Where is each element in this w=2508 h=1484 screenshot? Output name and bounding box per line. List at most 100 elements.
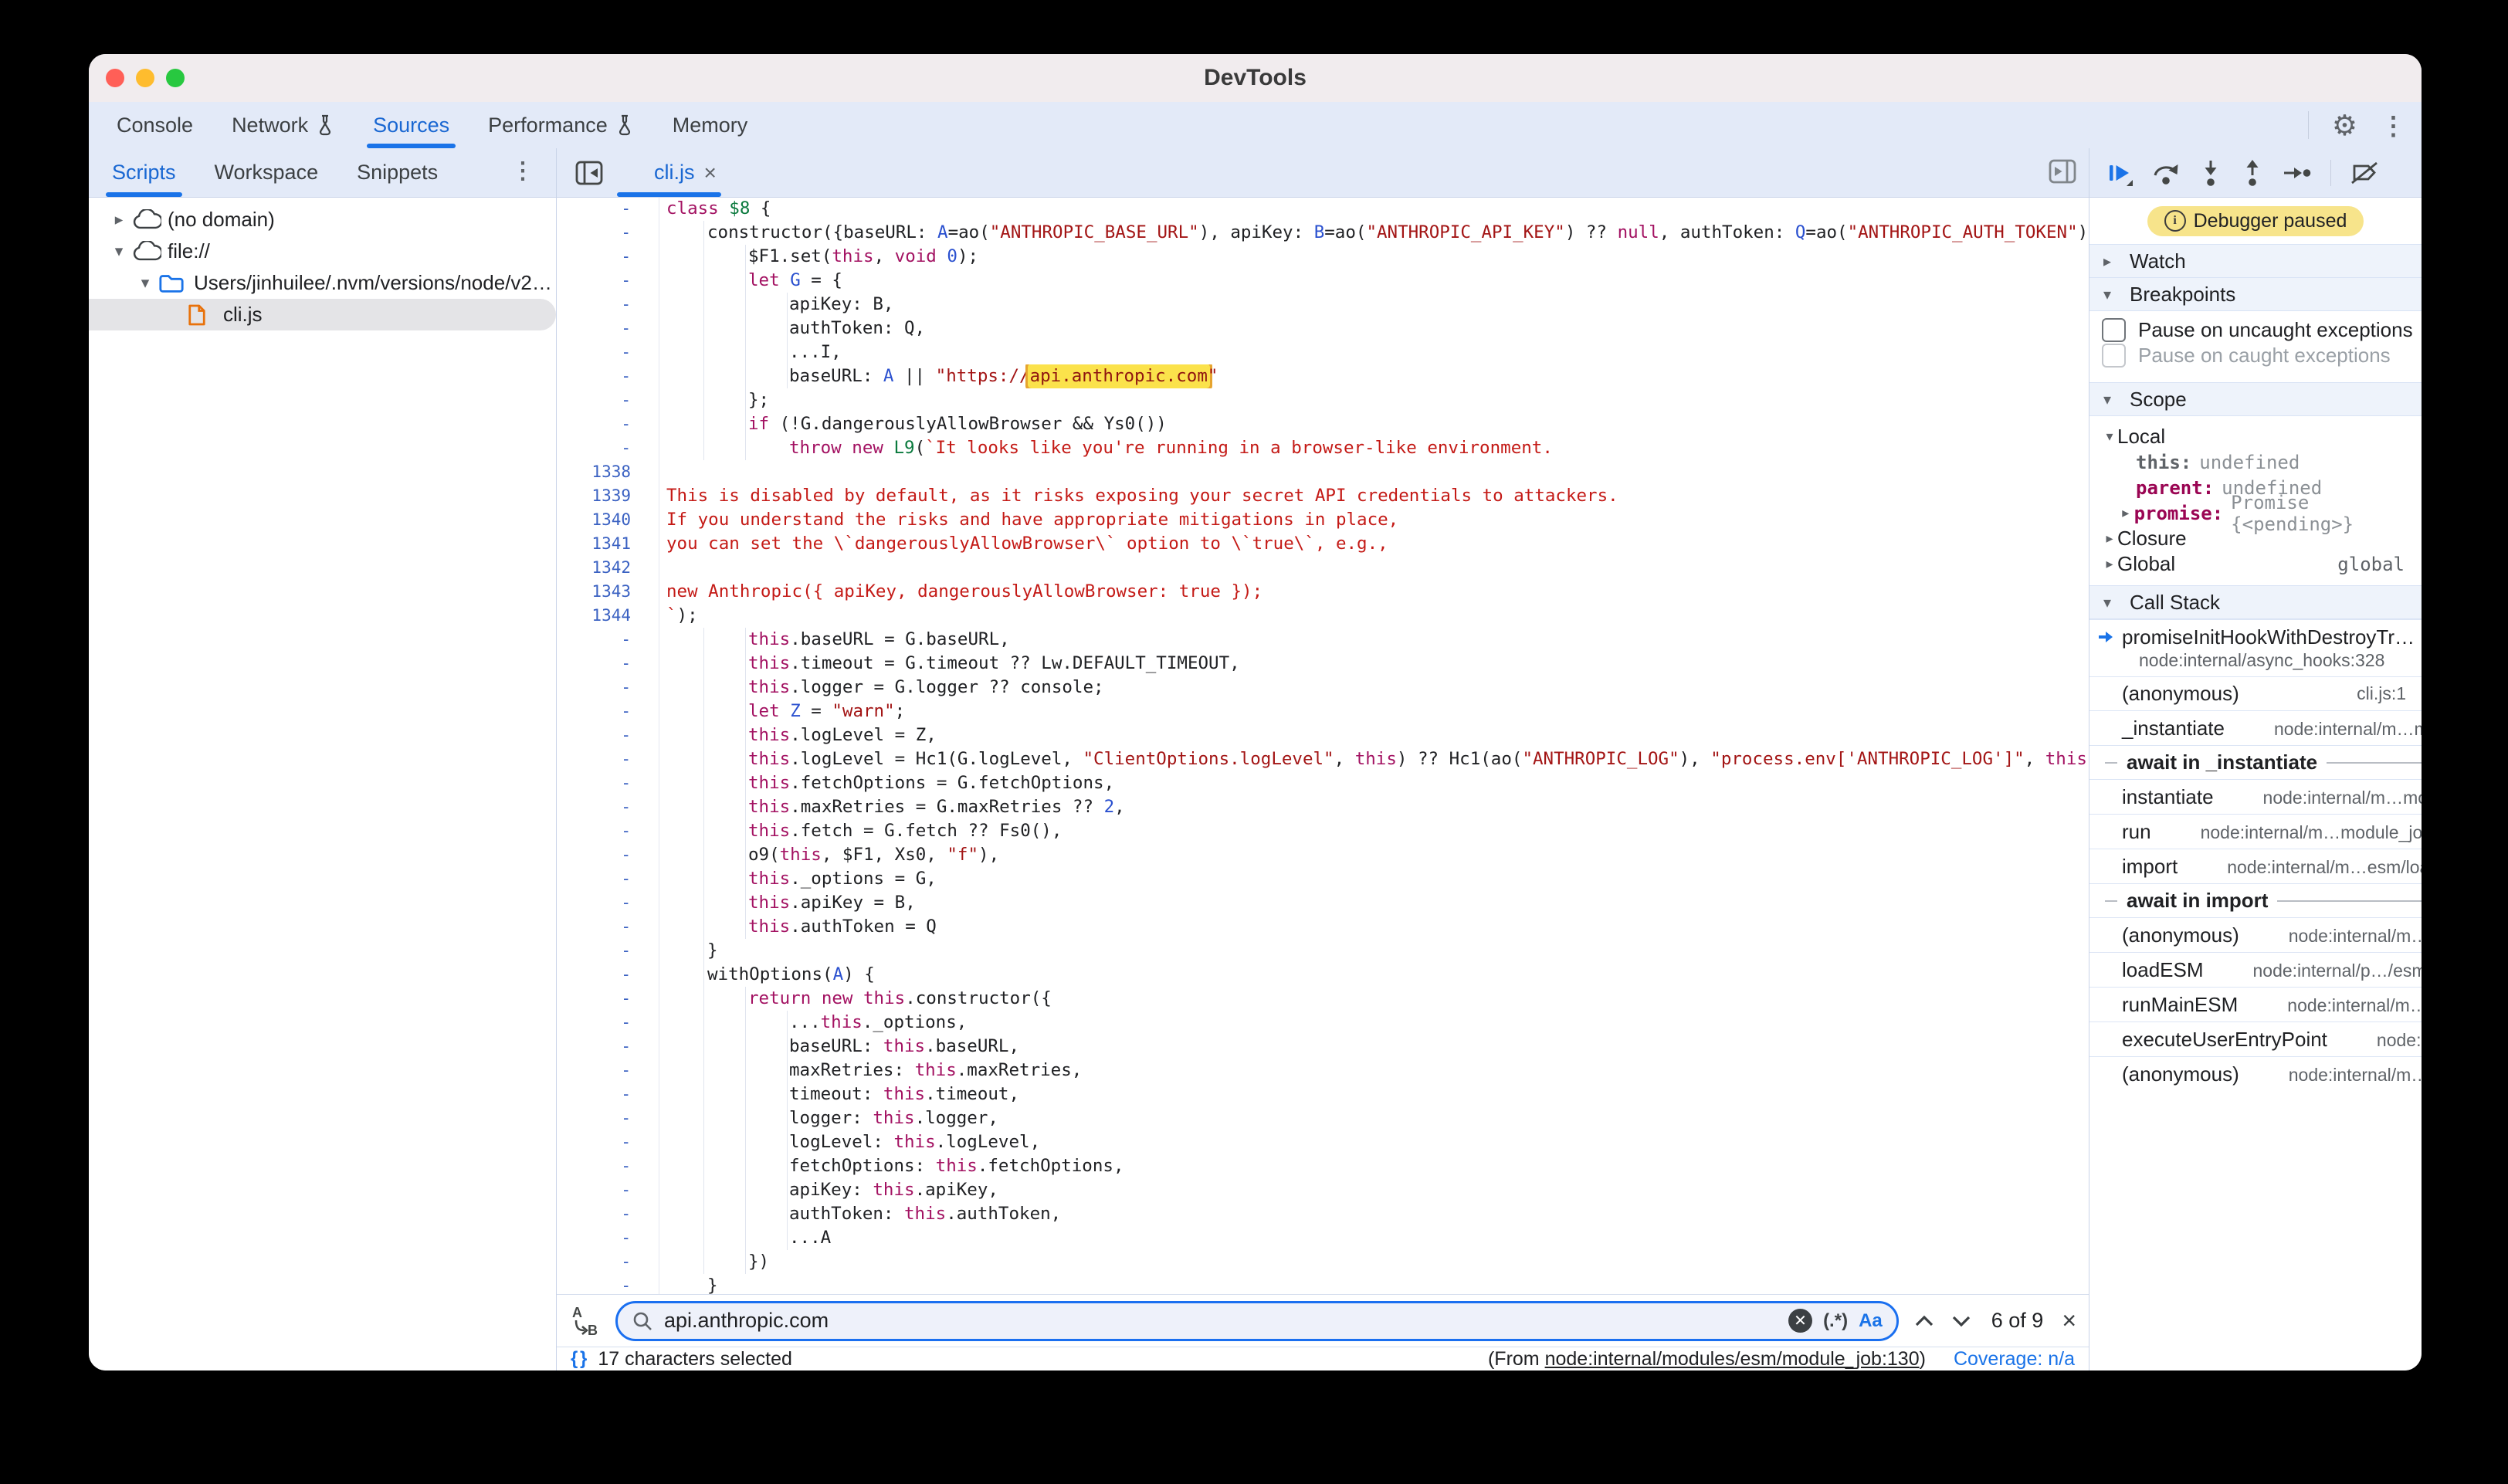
line-number-gutter[interactable]: - [557, 652, 631, 676]
step-over-button[interactable] [2151, 161, 2181, 185]
source-code-viewer[interactable]: -var X50, $F1;-class $8 {-constructor({b… [557, 198, 2089, 1294]
line-number-gutter[interactable]: - [557, 412, 631, 436]
line-number-gutter[interactable]: - [557, 891, 631, 915]
code-line[interactable]: -this.baseURL = G.baseURL, [557, 628, 2089, 652]
tree-arrow-icon[interactable]: ▸ [2102, 530, 2117, 547]
line-number-gutter[interactable]: - [557, 747, 631, 771]
line-number-gutter[interactable]: 1339 [557, 484, 631, 508]
previous-match-button[interactable] [1913, 1313, 1936, 1329]
callstack-section-header[interactable]: ▾ Call Stack [2089, 585, 2422, 619]
line-number-gutter[interactable]: - [557, 341, 631, 364]
line-number-gutter[interactable]: - [557, 1011, 631, 1035]
line-number-gutter[interactable]: - [557, 963, 631, 987]
code-line[interactable]: -}; [557, 388, 2089, 412]
close-window-button[interactable] [106, 69, 124, 87]
code-line[interactable]: -this.maxRetries = G.maxRetries ?? 2, [557, 795, 2089, 819]
code-line[interactable]: -return new this.constructor({ [557, 987, 2089, 1011]
line-number-gutter[interactable]: - [557, 1250, 631, 1274]
code-line[interactable]: -this.logLevel = Hc1(G.logLevel, "Client… [557, 747, 2089, 771]
breakpoints-section-header[interactable]: ▾ Breakpoints [2089, 278, 2422, 311]
line-number-gutter[interactable]: - [557, 245, 631, 269]
line-number-gutter[interactable]: - [557, 819, 631, 843]
code-line[interactable]: -this.fetchOptions = G.fetchOptions, [557, 771, 2089, 795]
sidebar-tab-workspace[interactable]: Workspace [205, 148, 328, 197]
call-stack-frame[interactable]: executeUserEntryPointnode:internal/m…s/r… [2089, 1022, 2422, 1056]
line-number-gutter[interactable]: - [557, 198, 631, 221]
tab-memory[interactable]: Memory [662, 102, 759, 148]
line-number-gutter[interactable]: - [557, 1059, 631, 1083]
deactivate-breakpoints-icon[interactable] [2350, 161, 2379, 185]
line-number-gutter[interactable]: - [557, 1154, 631, 1178]
code-line[interactable]: -if (!G.dangerouslyAllowBrowser && Ys0()… [557, 412, 2089, 436]
line-number-gutter[interactable]: - [557, 700, 631, 723]
line-number-gutter[interactable]: 1342 [557, 556, 631, 580]
line-number-gutter[interactable]: 1341 [557, 532, 631, 556]
code-line[interactable]: 1339This is disabled by default, as it r… [557, 484, 2089, 508]
match-case-toggle[interactable]: Aa [1859, 1310, 1883, 1332]
line-number-gutter[interactable]: - [557, 676, 631, 700]
line-number-gutter[interactable]: - [557, 867, 631, 891]
code-line[interactable]: -throw new L9(`It looks like you're runn… [557, 436, 2089, 460]
code-line[interactable]: -}) [557, 1250, 2089, 1274]
call-stack-frame[interactable]: (anonymous)cli.js:1 [2089, 676, 2422, 710]
call-stack-frame[interactable]: loadESMnode:internal/p…/esm_loader:34 [2089, 952, 2422, 987]
tree-arrow-icon[interactable]: ▸ [2117, 505, 2134, 521]
minimize-window-button[interactable] [136, 69, 154, 87]
line-number-gutter[interactable]: - [557, 723, 631, 747]
step-into-button[interactable] [2199, 159, 2222, 187]
code-line[interactable]: -this.authToken = Q [557, 915, 2089, 939]
line-number-gutter[interactable]: - [557, 1226, 631, 1250]
line-number-gutter[interactable]: - [557, 436, 631, 460]
call-stack-frame[interactable]: instantiatenode:internal/m…module_job:10… [2089, 779, 2422, 814]
code-line[interactable]: -this.logLevel = Z, [557, 723, 2089, 747]
line-number-gutter[interactable]: - [557, 317, 631, 341]
line-number-gutter[interactable]: 1343 [557, 580, 631, 604]
tree-expand-arrow[interactable]: ▾ [106, 242, 132, 261]
scope-row[interactable]: ▸promise:Promise {<pending>} [2089, 500, 2422, 526]
regex-toggle[interactable]: (.*) [1823, 1310, 1848, 1332]
search-input[interactable]: api.anthropic.com ✕ (.*) Aa [615, 1301, 1899, 1341]
line-number-gutter[interactable]: - [557, 388, 631, 412]
code-line[interactable]: -let Z = "warn"; [557, 700, 2089, 723]
source-map-link[interactable]: node:internal/modules/esm/module_job:130 [1545, 1348, 1920, 1370]
call-stack-frame[interactable]: runnode:internal/m…module_job:214 [2089, 814, 2422, 849]
search-query-text[interactable]: api.anthropic.com [664, 1309, 1778, 1333]
tree-item-file-[interactable]: ▾file:// [89, 235, 556, 267]
collapse-navigator-icon[interactable] [575, 161, 603, 185]
scope-row[interactable]: this:undefined [2089, 449, 2422, 475]
tree-item-cli-js[interactable]: cli.js [89, 299, 556, 330]
code-line[interactable]: 1341you can set the \`dangerouslyAllowBr… [557, 532, 2089, 556]
line-number-gutter[interactable]: - [557, 1274, 631, 1294]
navigator-more-icon[interactable]: ⋮ [511, 158, 534, 185]
more-options-icon[interactable]: ⋮ [2381, 113, 2406, 138]
code-line[interactable]: 1343new Anthropic({ apiKey, dangerouslyA… [557, 580, 2089, 604]
code-line[interactable]: 1338 [557, 460, 2089, 484]
scope-row[interactable]: ▸ Closure [2089, 526, 2422, 551]
line-number-gutter[interactable]: - [557, 939, 631, 963]
step-button[interactable] [2283, 164, 2312, 181]
line-number-gutter[interactable]: - [557, 843, 631, 867]
code-line[interactable]: 1344`); [557, 604, 2089, 628]
resume-script-button[interactable] [2105, 159, 2133, 187]
clear-search-icon[interactable]: ✕ [1788, 1309, 1812, 1333]
tab-console[interactable]: Console [106, 102, 204, 148]
pretty-print-icon[interactable]: { } [571, 1348, 585, 1370]
tree-arrow-icon[interactable]: ▾ [2102, 429, 2117, 445]
line-number-gutter[interactable]: - [557, 1178, 631, 1202]
code-line[interactable]: 1340If you understand the risks and have… [557, 508, 2089, 532]
close-search-icon[interactable]: × [2062, 1306, 2076, 1335]
line-number-gutter[interactable]: - [557, 771, 631, 795]
code-line[interactable]: 1342 [557, 556, 2089, 580]
sidebar-tab-scripts[interactable]: Scripts [103, 148, 185, 197]
line-number-gutter[interactable]: - [557, 1035, 631, 1059]
line-number-gutter[interactable]: 1340 [557, 508, 631, 532]
line-number-gutter[interactable]: - [557, 1202, 631, 1226]
line-number-gutter[interactable]: - [557, 293, 631, 317]
coverage-link[interactable]: Coverage: n/a [1954, 1348, 2075, 1370]
line-number-gutter[interactable]: - [557, 1106, 631, 1130]
sidebar-tab-snippets[interactable]: Snippets [347, 148, 447, 197]
tree-item-users-jinhuilee-nvm-versions-node-v2-[interactable]: ▾Users/jinhuilee/.nvm/versions/node/v2… [89, 267, 556, 299]
tree-expand-arrow[interactable]: ▾ [132, 273, 158, 293]
tab-close-icon[interactable]: × [704, 161, 717, 185]
line-number-gutter[interactable]: - [557, 221, 631, 245]
